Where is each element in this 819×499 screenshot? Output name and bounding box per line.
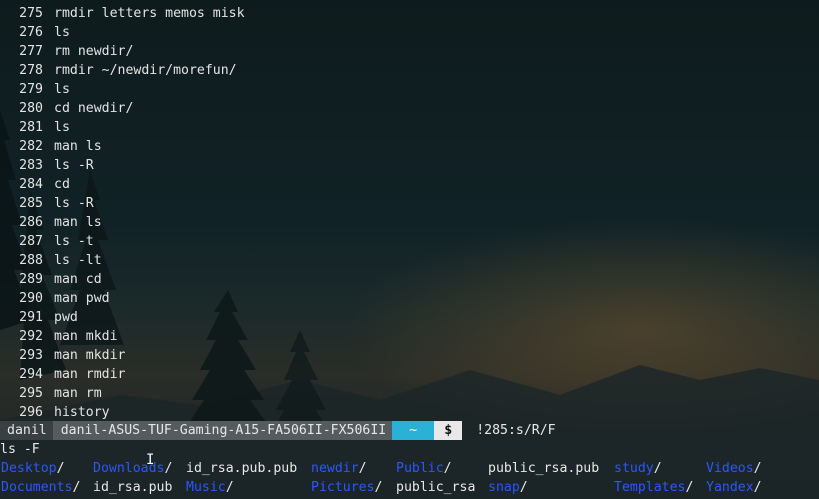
- text-cursor-icon: I: [146, 452, 155, 468]
- history-command: cd: [54, 177, 70, 192]
- directory-entry: snap/: [488, 478, 528, 497]
- entry-suffix: /: [358, 461, 367, 476]
- entry-name: study: [614, 461, 654, 476]
- file-entry: public_rsa: [396, 478, 475, 497]
- history-command: ls: [54, 25, 70, 40]
- entry-name: Desktop: [1, 461, 57, 476]
- entry-suffix: /: [56, 461, 65, 476]
- history-command: man ls: [54, 215, 102, 230]
- history-number: 282: [19, 139, 43, 154]
- entry-suffix: /: [653, 461, 662, 476]
- history-number: 275: [19, 6, 43, 21]
- entry-name: Public: [396, 461, 444, 476]
- entry-name: id_rsa.pub.pub: [186, 461, 298, 476]
- entry-name: Templates: [614, 480, 686, 495]
- history-command: cd newdir/: [54, 101, 134, 116]
- history-number: 293: [19, 348, 43, 363]
- history-number: 295: [19, 386, 43, 401]
- entry-name: public_rsa: [396, 480, 476, 495]
- file-entry: id_rsa.pub.pub: [186, 459, 297, 478]
- entry-suffix: /: [443, 461, 452, 476]
- history-number: 285: [19, 196, 43, 211]
- file-entry: id_rsa.pub: [93, 478, 172, 497]
- entry-suffix: /: [753, 480, 762, 495]
- history-command: man cd: [54, 272, 102, 287]
- file-entry: public_rsa.pub: [488, 459, 599, 478]
- directory-entry: study/: [614, 459, 662, 478]
- entry-name: snap: [488, 480, 520, 495]
- entry-name: id_rsa.pub: [93, 480, 173, 495]
- history-command: ls -lt: [54, 253, 102, 268]
- directory-entry: Desktop/: [1, 459, 65, 478]
- entry-name: Documents: [1, 480, 73, 495]
- history-number: 279: [19, 82, 43, 97]
- history-number: 294: [19, 367, 43, 382]
- history-number: 288: [19, 253, 43, 268]
- shell-prompt: danil danil-ASUS-TUF-Gaming-A15-FA506II-…: [0, 421, 556, 440]
- history-number: 283: [19, 158, 43, 173]
- directory-entry: Documents/: [1, 478, 80, 497]
- history-command: ls: [54, 120, 70, 135]
- entry-suffix: /: [225, 480, 234, 495]
- history-number: 290: [19, 291, 43, 306]
- history-command: man rm: [54, 386, 102, 401]
- entry-suffix: /: [374, 480, 383, 495]
- history-command: man mkdi: [54, 329, 118, 344]
- history-command: ls -t: [54, 234, 94, 249]
- directory-entry: Public/: [396, 459, 452, 478]
- entry-suffix: /: [72, 480, 81, 495]
- history-command: ls -R: [54, 158, 94, 173]
- entry-suffix: /: [753, 461, 762, 476]
- directory-entry: newdir/: [311, 459, 367, 478]
- directory-entry: Music/: [186, 478, 234, 497]
- directory-entry: Videos/: [706, 459, 762, 478]
- entry-name: public_rsa.pub: [488, 461, 600, 476]
- prompt-symbol: $: [434, 421, 463, 440]
- history-number: 292: [19, 329, 43, 344]
- history-number: 287: [19, 234, 43, 249]
- history-number: 296: [19, 405, 43, 420]
- entry-name: newdir: [311, 461, 359, 476]
- terminal-window[interactable]: 275 rmdir letters memos misk 276 ls 277 rm ne…: [0, 0, 819, 499]
- history-number: 291: [19, 310, 43, 325]
- entry-name: Videos: [706, 461, 754, 476]
- entry-suffix: /: [685, 480, 694, 495]
- history-command: man ls: [54, 139, 102, 154]
- history-command: man mkdir: [54, 348, 126, 363]
- history-command: man pwd: [54, 291, 110, 306]
- entered-command: !285:s/R/F: [476, 423, 556, 438]
- history-command: rmdir letters memos misk: [54, 6, 245, 21]
- prompt-host: danil-ASUS-TUF-Gaming-A15-FA506II-FX506I…: [52, 421, 393, 440]
- history-command: pwd: [54, 310, 78, 325]
- history-number: 281: [19, 120, 43, 135]
- history-number: 284: [19, 177, 43, 192]
- entry-name: Pictures: [311, 480, 375, 495]
- history-number: 278: [19, 63, 43, 78]
- entry-suffix: /: [519, 480, 528, 495]
- directory-entry: Pictures/: [311, 478, 382, 497]
- history-command: man rmdir: [54, 367, 126, 382]
- directory-entry: Downloads/: [93, 459, 172, 478]
- history-number: 277: [19, 44, 43, 59]
- history-command: rm newdir/: [54, 44, 134, 59]
- history-number: 286: [19, 215, 43, 230]
- history-command: ls -R: [54, 196, 94, 211]
- expanded-command: ls -F: [0, 442, 40, 457]
- prompt-directory: ~: [392, 421, 435, 440]
- history-command: history: [54, 405, 110, 420]
- history-number: 289: [19, 272, 43, 287]
- history-command: rmdir ~/newdir/morefun/: [54, 63, 237, 78]
- history-number: 276: [19, 25, 43, 40]
- entry-name: Music: [186, 480, 226, 495]
- directory-entry: Templates/: [614, 478, 693, 497]
- directory-entry: Yandex/: [706, 478, 762, 497]
- history-command: ls: [54, 82, 70, 97]
- entry-name: Yandex: [706, 480, 754, 495]
- prompt-user: danil: [0, 421, 53, 440]
- entry-suffix: /: [164, 461, 173, 476]
- history-number: 280: [19, 101, 43, 116]
